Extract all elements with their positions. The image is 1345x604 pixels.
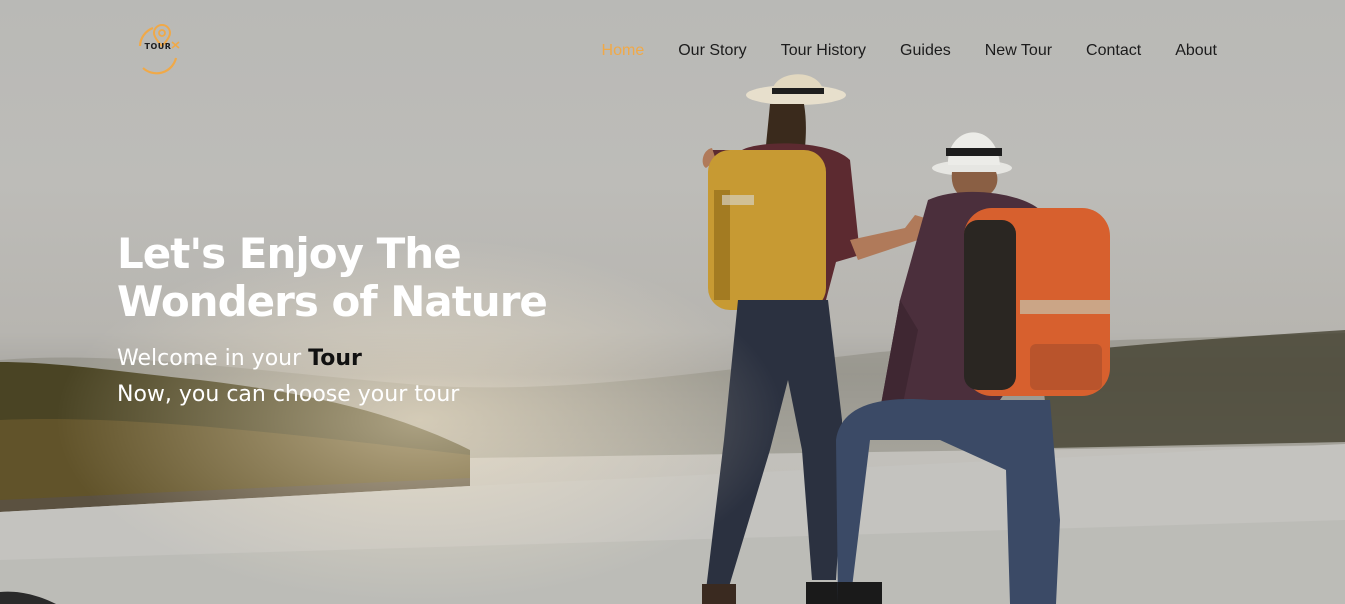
nav-new-tour[interactable]: New Tour <box>985 42 1052 60</box>
site-logo[interactable]: TOUR <box>133 22 183 76</box>
hero-section: TOUR Home Our Story Tour History Guides … <box>0 0 1345 604</box>
main-nav: Home Our Story Tour History Guides New T… <box>602 42 1217 60</box>
headline-line-1: Let's Enjoy The <box>117 229 462 278</box>
hero-headline: Let's Enjoy The Wonders of Nature <box>117 229 548 326</box>
welcome-brand: Tour <box>308 346 362 371</box>
nav-our-story[interactable]: Our Story <box>678 42 746 60</box>
welcome-prefix: Welcome in your <box>117 346 302 371</box>
nav-home[interactable]: Home <box>602 42 645 60</box>
welcome-text: Welcome in your Tour <box>117 346 362 371</box>
nav-about[interactable]: About <box>1175 42 1217 60</box>
logo-text: TOUR <box>144 42 172 51</box>
nav-guides[interactable]: Guides <box>900 42 951 60</box>
headline-line-2: Wonders of Nature <box>117 277 548 326</box>
nav-contact[interactable]: Contact <box>1086 42 1141 60</box>
nav-tour-history[interactable]: Tour History <box>781 42 866 60</box>
hero-subtitle: Now, you can choose your tour <box>117 382 460 407</box>
